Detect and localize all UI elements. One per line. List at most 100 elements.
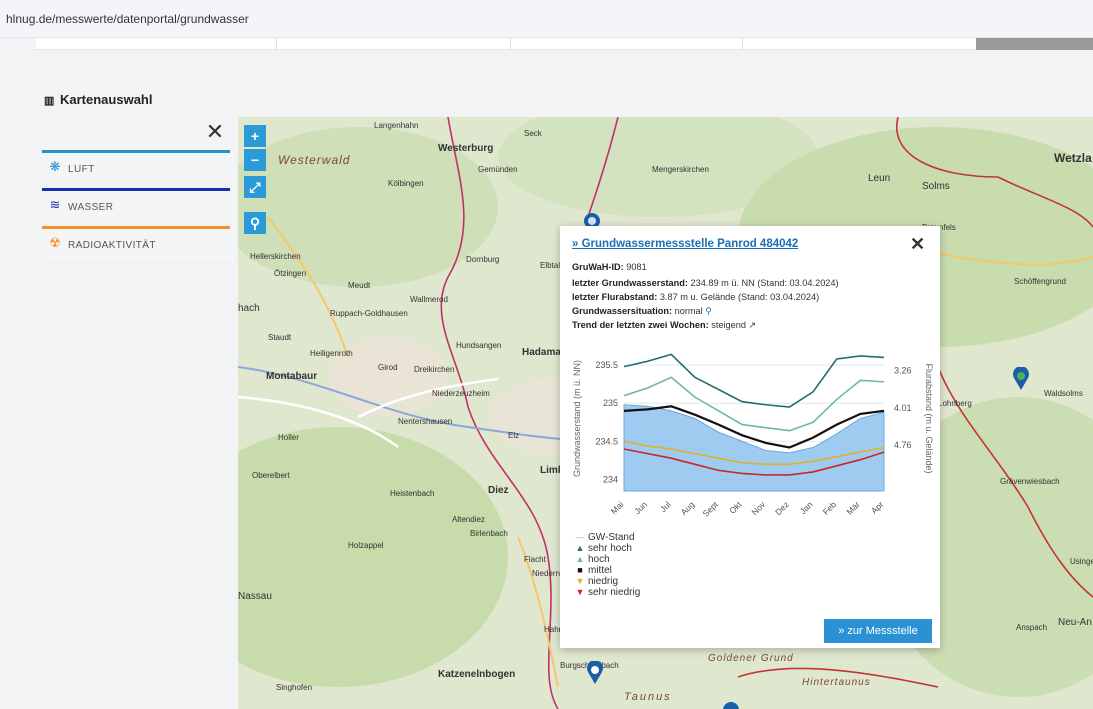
y-axis-title: Grundwasserstand (m ü. NN) [572,360,582,477]
x-tick-label: Dez [773,499,791,517]
legend-item: ▲ hoch [572,554,640,565]
map-label: Heiligenroth [310,349,353,358]
close-icon[interactable]: ✕ [910,234,925,255]
map-label: Grävenwiesbach [1000,477,1060,486]
sidebar-item-label: LUFT [68,164,95,175]
x-tick-label: Nov [749,499,767,517]
gruwah-label: GruWaH-ID: [572,262,624,272]
legend-marker: ▼ [575,576,585,586]
zur-messstelle-button[interactable]: » zur Messstelle [824,619,932,643]
section-title-text: Kartenauswahl [60,92,153,107]
map-marker-icon[interactable] [1012,367,1030,391]
x-tick-label: Sept [701,499,721,519]
legend-item: ▼ niedrig [572,576,640,587]
browser-address-bar[interactable]: hlnug.de/messwerte/datenportal/grundwass… [0,0,1093,38]
map-label: Schöffengrund [1014,277,1066,286]
map-label: Hundsangen [456,341,502,350]
map-label: Dornburg [466,255,500,264]
y2-axis-title: Flurabstand (m u. Gelände) [924,363,934,473]
search-icon[interactable]: ⚲ [244,212,266,234]
map-label: Nassau [238,591,272,602]
waves-icon: ≋ [49,197,61,212]
x-tick-label: Feb [821,499,839,517]
station-popup: » Grundwassermessstelle Panrod 484042 ✕ … [560,226,940,648]
legend-item: ▲ sehr hoch [572,543,640,554]
y-tick-label: 235 [603,398,618,408]
map-label: Solms [922,181,950,192]
map-label: Wetzla [1054,151,1092,165]
legend-label: sehr niedrig [588,587,641,598]
y-tick-label: 235.5 [595,360,618,370]
map-label: Kölbingen [388,179,424,188]
map-label: Montabaur [266,371,318,382]
map-label: Lohnberg [938,399,972,408]
legend-item: ▼ sehr niedrig [572,587,641,598]
map-label: Elbtal [540,261,561,270]
sidebar-item-luft[interactable]: ❋ LUFT [42,150,234,184]
map-label: Holzappel [348,541,384,550]
sidebar-item-label: WASSER [68,202,114,213]
map-marker-icon[interactable] [586,661,604,685]
map-label: Elz [508,431,520,440]
legend-label: niedrig [588,576,619,587]
section-title: ▥ Kartenauswahl [44,92,152,107]
y-tick-label: 234.5 [595,436,618,446]
map-icon: ▥ [44,95,55,107]
map-label: Birlenbach [470,529,508,538]
fullscreen-icon[interactable]: ⤢ [244,176,266,198]
flur-label: letzter Flurabstand: [572,292,658,302]
map-label: Niederzeuzheim [432,389,490,398]
legend-label: GW-Stand [588,532,635,543]
url-text[interactable]: hlnug.de/messwerte/datenportal/grundwass… [6,12,249,26]
map-label: Holler [278,433,299,442]
radiation-icon: ☢ [49,235,61,250]
zoom-out-button[interactable]: − [244,149,266,171]
groundwater-chart: 235.5 235 234.5 234 3.26 4.01 4.76 Mai Jun Jul Aug… [572,353,934,519]
y2-tick-label: 3.26 [894,365,912,375]
map-label: Nentershausen [398,417,453,426]
map-label: Westerwald [278,153,351,167]
legend-marker: ■ [577,565,583,575]
station-title-link[interactable]: » Grundwassermessstelle Panrod 484042 [572,238,798,250]
chart-legend: — GW-Stand ▲ sehr hoch ▲ hoch ■ mittel ▼ nied… [572,532,641,598]
map-label: hach [238,303,260,314]
legend-label: hoch [588,554,610,565]
title-prefix: » [572,238,579,250]
legend-label: mittel [588,565,612,576]
top-grey-button[interactable] [976,38,1093,50]
gruwah-line: GruWaH-ID: 9081 [572,262,647,272]
map-label: Altendiez [452,515,485,524]
map-label: Hintertaunus [802,677,871,688]
map-label: Flacht [524,555,546,564]
map-label: Singhofen [276,683,313,692]
category-bar-wasser [42,188,230,191]
sidebar-item-radioaktivitaet[interactable]: ☢ RADIOAKTIVITÄT [42,226,234,260]
legend-label: sehr hoch [588,543,632,554]
situation-value: normal [674,306,703,316]
map-label: Diez [488,485,509,496]
map-label: Taunus [624,691,672,703]
sidebar-item-wasser[interactable]: ≋ WASSER [42,188,234,222]
x-tick-label: Jun [632,499,649,516]
x-tick-label: Okt [727,499,744,516]
close-icon[interactable]: ✕ [204,120,226,144]
legend-item: — GW-Stand [572,532,640,543]
map-label: Mengerskirchen [652,165,709,174]
y2-tick-label: 4.76 [894,440,912,450]
map-marker-icon[interactable] [722,701,740,709]
map-label: Waldsolms [1044,389,1083,398]
station-title[interactable]: Grundwassermessstelle Panrod 484042 [582,238,799,250]
situation-line: Grundwassersituation: normal ⚲ [572,306,712,317]
x-tick-label: Aug [679,499,697,517]
map-label: Katzenelnbogen [438,669,516,680]
arrow-up-right-icon: ↗ [748,320,757,330]
map-label: Gemünden [478,165,518,174]
legend-marker: — [575,532,585,542]
y2-tick-label: 4.01 [894,403,912,413]
x-tick-label: Apr [869,499,886,516]
zoom-in-button[interactable]: + [244,125,266,147]
gw-line: letzter Grundwasserstand: 234.89 m ü. NN… [572,278,839,288]
legend-item: ■ mittel [572,565,640,576]
map-label: Ötzingen [274,269,307,278]
situation-label: Grundwassersituation: [572,306,673,316]
